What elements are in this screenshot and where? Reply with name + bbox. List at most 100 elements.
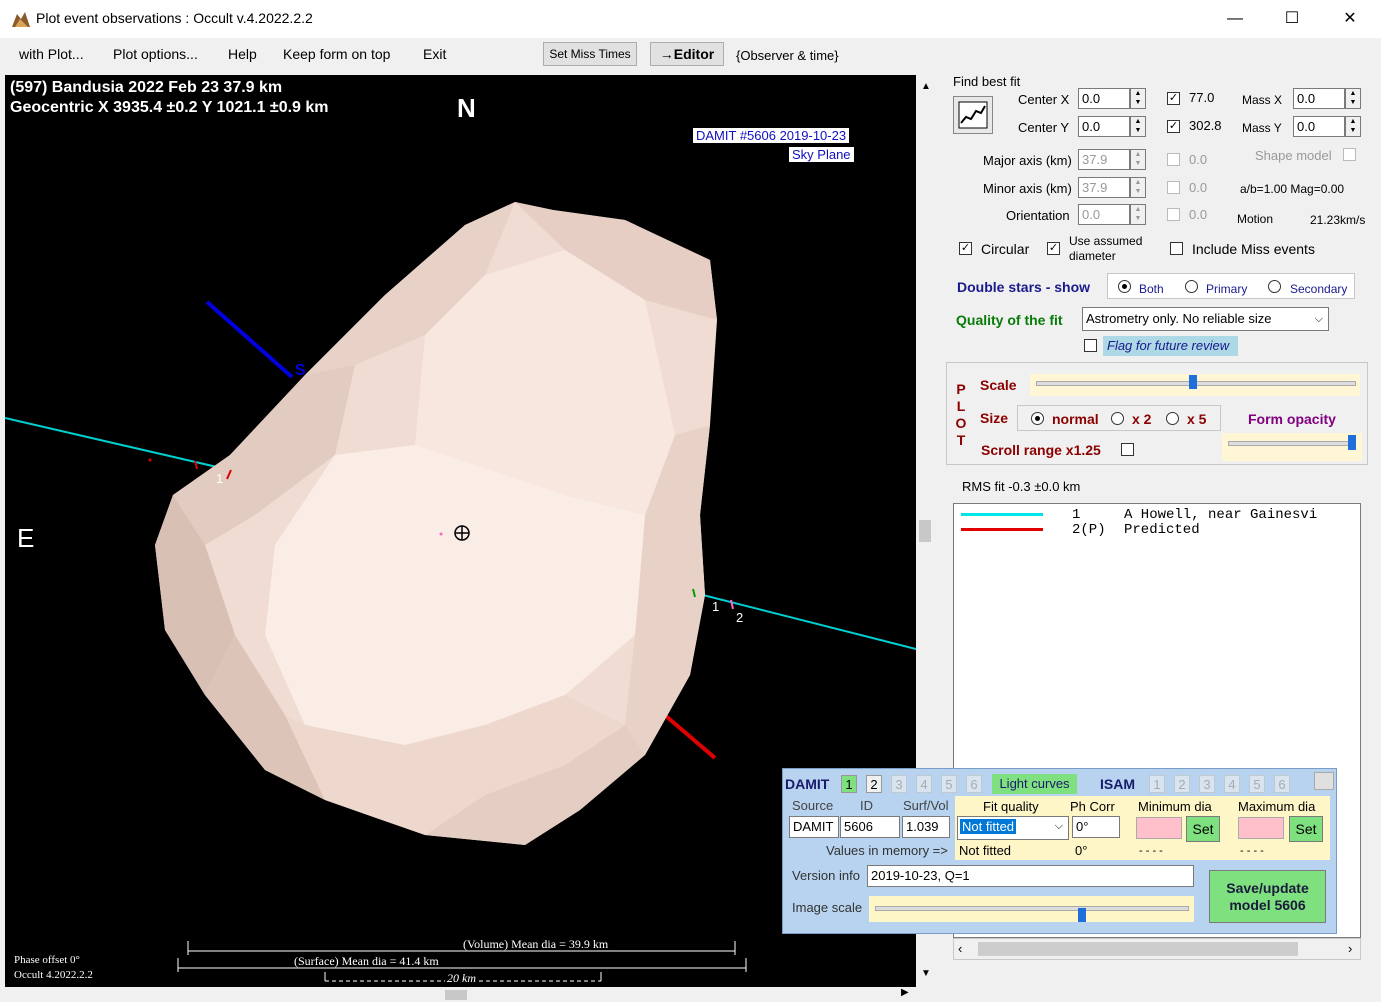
minimize-button[interactable]: — [1212,0,1258,38]
circular-label: Circular [981,241,1030,257]
set-max-dia-button[interactable]: Set [1289,816,1323,842]
scroll-left-icon[interactable]: ‹ [958,941,962,956]
mass-x-spinner[interactable]: ▲ ▼ [1345,88,1361,109]
major-axis-input[interactable]: 37.9 [1078,149,1130,170]
rms-fit-label: RMS fit -0.3 ±0.0 km [962,479,1081,494]
menu-keep-on-top[interactable]: Keep form on top [283,46,390,62]
set-min-dia-button[interactable]: Set [1186,816,1220,842]
scroll-up-icon[interactable]: ▲ [921,81,931,92]
minor-axis-checkbox[interactable] [1167,181,1180,194]
legend-horizontal-scrollbar[interactable]: ‹ › [953,938,1361,960]
damit-tab-1[interactable]: 1 [841,775,857,793]
major-axis-checkbox[interactable] [1167,153,1180,166]
center-x-spinner[interactable]: ▲ ▼ [1130,88,1146,109]
max-dia-input[interactable] [1238,817,1284,839]
both-radio[interactable] [1118,280,1131,293]
source-label: Source [792,798,834,813]
h-scroll-thumb[interactable] [445,990,467,1000]
flag-review-checkbox[interactable] [1084,339,1097,352]
x2-label: x 2 [1132,411,1152,427]
x5-radio[interactable] [1166,412,1179,425]
version-info-input[interactable]: 2019-10-23, Q=1 [867,865,1194,887]
light-curves-button[interactable]: Light curves [992,774,1077,794]
isam-tab-5[interactable]: 5 [1249,775,1265,793]
scale-slider[interactable] [1030,374,1360,396]
mass-y-input[interactable]: 0.0 [1293,116,1345,137]
center-y-spinner[interactable]: ▲ ▼ [1130,116,1146,137]
isam-tab-1[interactable]: 1 [1149,775,1165,793]
maximize-button[interactable]: ☐ [1269,0,1315,38]
orientation-input[interactable]: 0.0 [1078,204,1130,225]
mass-x-input[interactable]: 0.0 [1293,88,1345,109]
find-best-fit-label: Find best fit [953,74,1021,89]
mass-y-spinner[interactable]: ▲ ▼ [1345,116,1361,137]
scroll-thumb[interactable] [919,520,931,542]
scroll-range-checkbox[interactable] [1121,443,1134,456]
plot-horizontal-scrollbar[interactable]: ▶ [5,987,916,1002]
pa-checkbox[interactable]: ✓ [1167,92,1180,105]
damit-tab-5[interactable]: 5 [941,775,957,793]
circular-checkbox[interactable]: ✓ [959,242,972,255]
damit-tab-2[interactable]: 2 [866,775,882,793]
major-axis-spinner[interactable]: ▲ ▼ [1130,149,1146,170]
primary-radio[interactable] [1185,280,1198,293]
image-scale-thumb[interactable] [1078,908,1086,922]
center-y-input[interactable]: 0.0 [1078,116,1130,137]
scroll-right-icon[interactable]: ▶ [901,987,909,998]
observer-time-label[interactable]: {Observer & time} [736,48,839,63]
editor-button[interactable]: →Editor [650,42,724,66]
plot-canvas[interactable]: (597) Bandusia 2022 Feb 23 37.9 km Geoce… [5,75,916,987]
secondary-radio[interactable] [1268,280,1281,293]
scroll-down-icon[interactable]: ▼ [921,968,931,979]
legend-scroll-thumb[interactable] [978,942,1298,956]
damit-tab-6[interactable]: 6 [966,775,982,793]
memory-ph-value: 0° [1075,843,1088,858]
find-best-fit-button[interactable] [953,96,993,134]
save-update-model-button[interactable]: Save/update model 5606 [1209,870,1326,923]
menu-help[interactable]: Help [228,46,257,62]
isam-tab-2[interactable]: 2 [1174,775,1190,793]
form-opacity-thumb[interactable] [1348,435,1356,450]
isam-tab-4[interactable]: 4 [1224,775,1240,793]
scroll-right-icon[interactable]: › [1348,941,1352,956]
normal-radio[interactable] [1031,412,1044,425]
scale-slider-thumb[interactable] [1189,375,1197,389]
x2-radio[interactable] [1111,412,1124,425]
damit-tab-4[interactable]: 4 [916,775,932,793]
menu-plot-options[interactable]: Plot options... [113,46,198,62]
damit-close-button[interactable] [1314,772,1334,790]
quality-of-fit-select[interactable]: Astrometry only. No reliable size ⌵ [1082,307,1329,331]
minor-axis-input[interactable]: 37.9 [1078,177,1130,198]
max-dia-label: Maximum dia [1238,799,1316,814]
orientation-checkbox[interactable] [1167,208,1180,221]
scale-20km-label: 20 km [445,971,478,986]
surf-vol-input[interactable]: 1.039 [902,816,950,838]
min-dia-input[interactable] [1136,817,1182,839]
center-x-input[interactable]: 0.0 [1078,88,1130,109]
isam-tab-6[interactable]: 6 [1274,775,1290,793]
include-miss-events-checkbox[interactable] [1170,242,1183,255]
shape-model-checkbox[interactable] [1343,148,1356,161]
pa2-checkbox[interactable]: ✓ [1167,120,1180,133]
isam-tab-3[interactable]: 3 [1199,775,1215,793]
fit-quality-select[interactable]: Not fitted ⌵ [957,816,1069,840]
menu-exit[interactable]: Exit [423,46,446,62]
legend-num-1: 1 [1072,507,1081,523]
close-button[interactable]: ✕ [1327,0,1373,38]
use-assumed-diameter-checkbox[interactable]: ✓ [1047,242,1060,255]
mass-x-label: Mass X [1242,93,1283,107]
memory-max-value: - - - - [1240,845,1264,857]
window-title: Plot event observations : Occult v.4.202… [36,10,313,26]
menu-with-plot[interactable]: with Plot... [19,46,84,62]
center-crosshair-icon [454,525,470,541]
orientation-spinner[interactable]: ▲ ▼ [1130,204,1146,225]
image-scale-slider[interactable] [869,896,1194,922]
surface-dia-label: (Surface) Mean dia = 41.4 km [294,954,439,968]
form-opacity-slider[interactable] [1222,433,1362,461]
source-input[interactable]: DAMIT [789,816,839,838]
set-miss-times-button[interactable]: Set Miss Times [543,42,637,66]
id-input[interactable]: 5606 [840,816,900,838]
ph-corr-input[interactable]: 0° [1072,816,1120,838]
damit-tab-3[interactable]: 3 [891,775,907,793]
minor-axis-spinner[interactable]: ▲ ▼ [1130,177,1146,198]
